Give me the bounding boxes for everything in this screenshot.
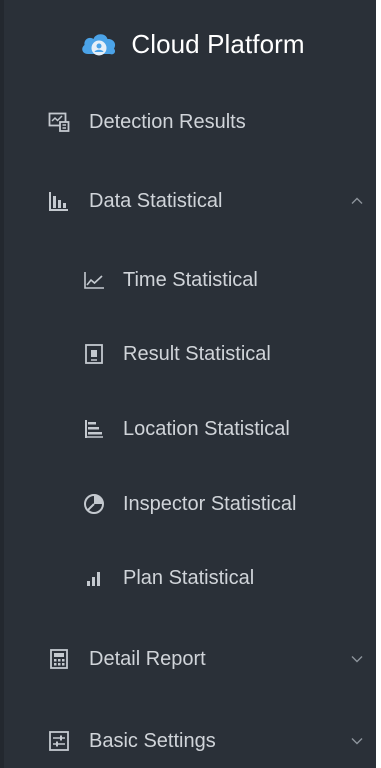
menu-item-basic-settings[interactable]: Basic Settings xyxy=(4,714,380,768)
chevron-down-icon[interactable] xyxy=(350,652,364,666)
submenu-item-result-statistical[interactable]: Result Statistical xyxy=(4,327,380,381)
submenu-label-plan-statistical: Plan Statistical xyxy=(123,566,255,589)
sidebar: Cloud Platform Detection Results Data St… xyxy=(0,0,376,768)
sliders-icon xyxy=(48,730,70,752)
submenu-item-inspector-statistical[interactable]: Inspector Statistical xyxy=(4,477,380,531)
bar-chart-icon xyxy=(48,190,70,212)
submenu-item-time-statistical[interactable]: Time Statistical xyxy=(4,253,380,307)
line-chart-icon xyxy=(83,269,105,291)
chevron-up-icon[interactable] xyxy=(350,194,364,208)
menu-label-data-statistical: Data Statistical xyxy=(89,189,223,212)
submenu-label-time-statistical: Time Statistical xyxy=(123,268,258,291)
cloud-icon xyxy=(79,28,119,60)
report-card-icon xyxy=(83,343,105,365)
submenu-label-result-statistical: Result Statistical xyxy=(123,342,271,365)
menu-label-detection-results: Detection Results xyxy=(89,110,246,133)
menu-item-data-statistical[interactable]: Data Statistical xyxy=(4,174,380,228)
menu-label-basic-settings: Basic Settings xyxy=(89,729,216,752)
detection-results-icon xyxy=(48,111,70,133)
calculator-icon xyxy=(48,648,70,670)
app-title: Cloud Platform xyxy=(131,28,305,59)
signal-bars-icon xyxy=(83,567,105,589)
submenu-label-inspector-statistical: Inspector Statistical xyxy=(123,492,297,515)
menu-item-detail-report[interactable]: Detail Report xyxy=(4,632,380,686)
chevron-down-icon[interactable] xyxy=(350,734,364,748)
brand: Cloud Platform xyxy=(4,22,380,66)
horizontal-bars-icon xyxy=(83,418,105,440)
submenu-item-location-statistical[interactable]: Location Statistical xyxy=(4,402,380,456)
submenu-label-location-statistical: Location Statistical xyxy=(123,417,290,440)
submenu-item-plan-statistical[interactable]: Plan Statistical xyxy=(4,551,380,605)
pie-chart-icon xyxy=(83,493,105,515)
menu-label-detail-report: Detail Report xyxy=(89,647,206,670)
menu-item-detection-results[interactable]: Detection Results xyxy=(4,95,380,149)
